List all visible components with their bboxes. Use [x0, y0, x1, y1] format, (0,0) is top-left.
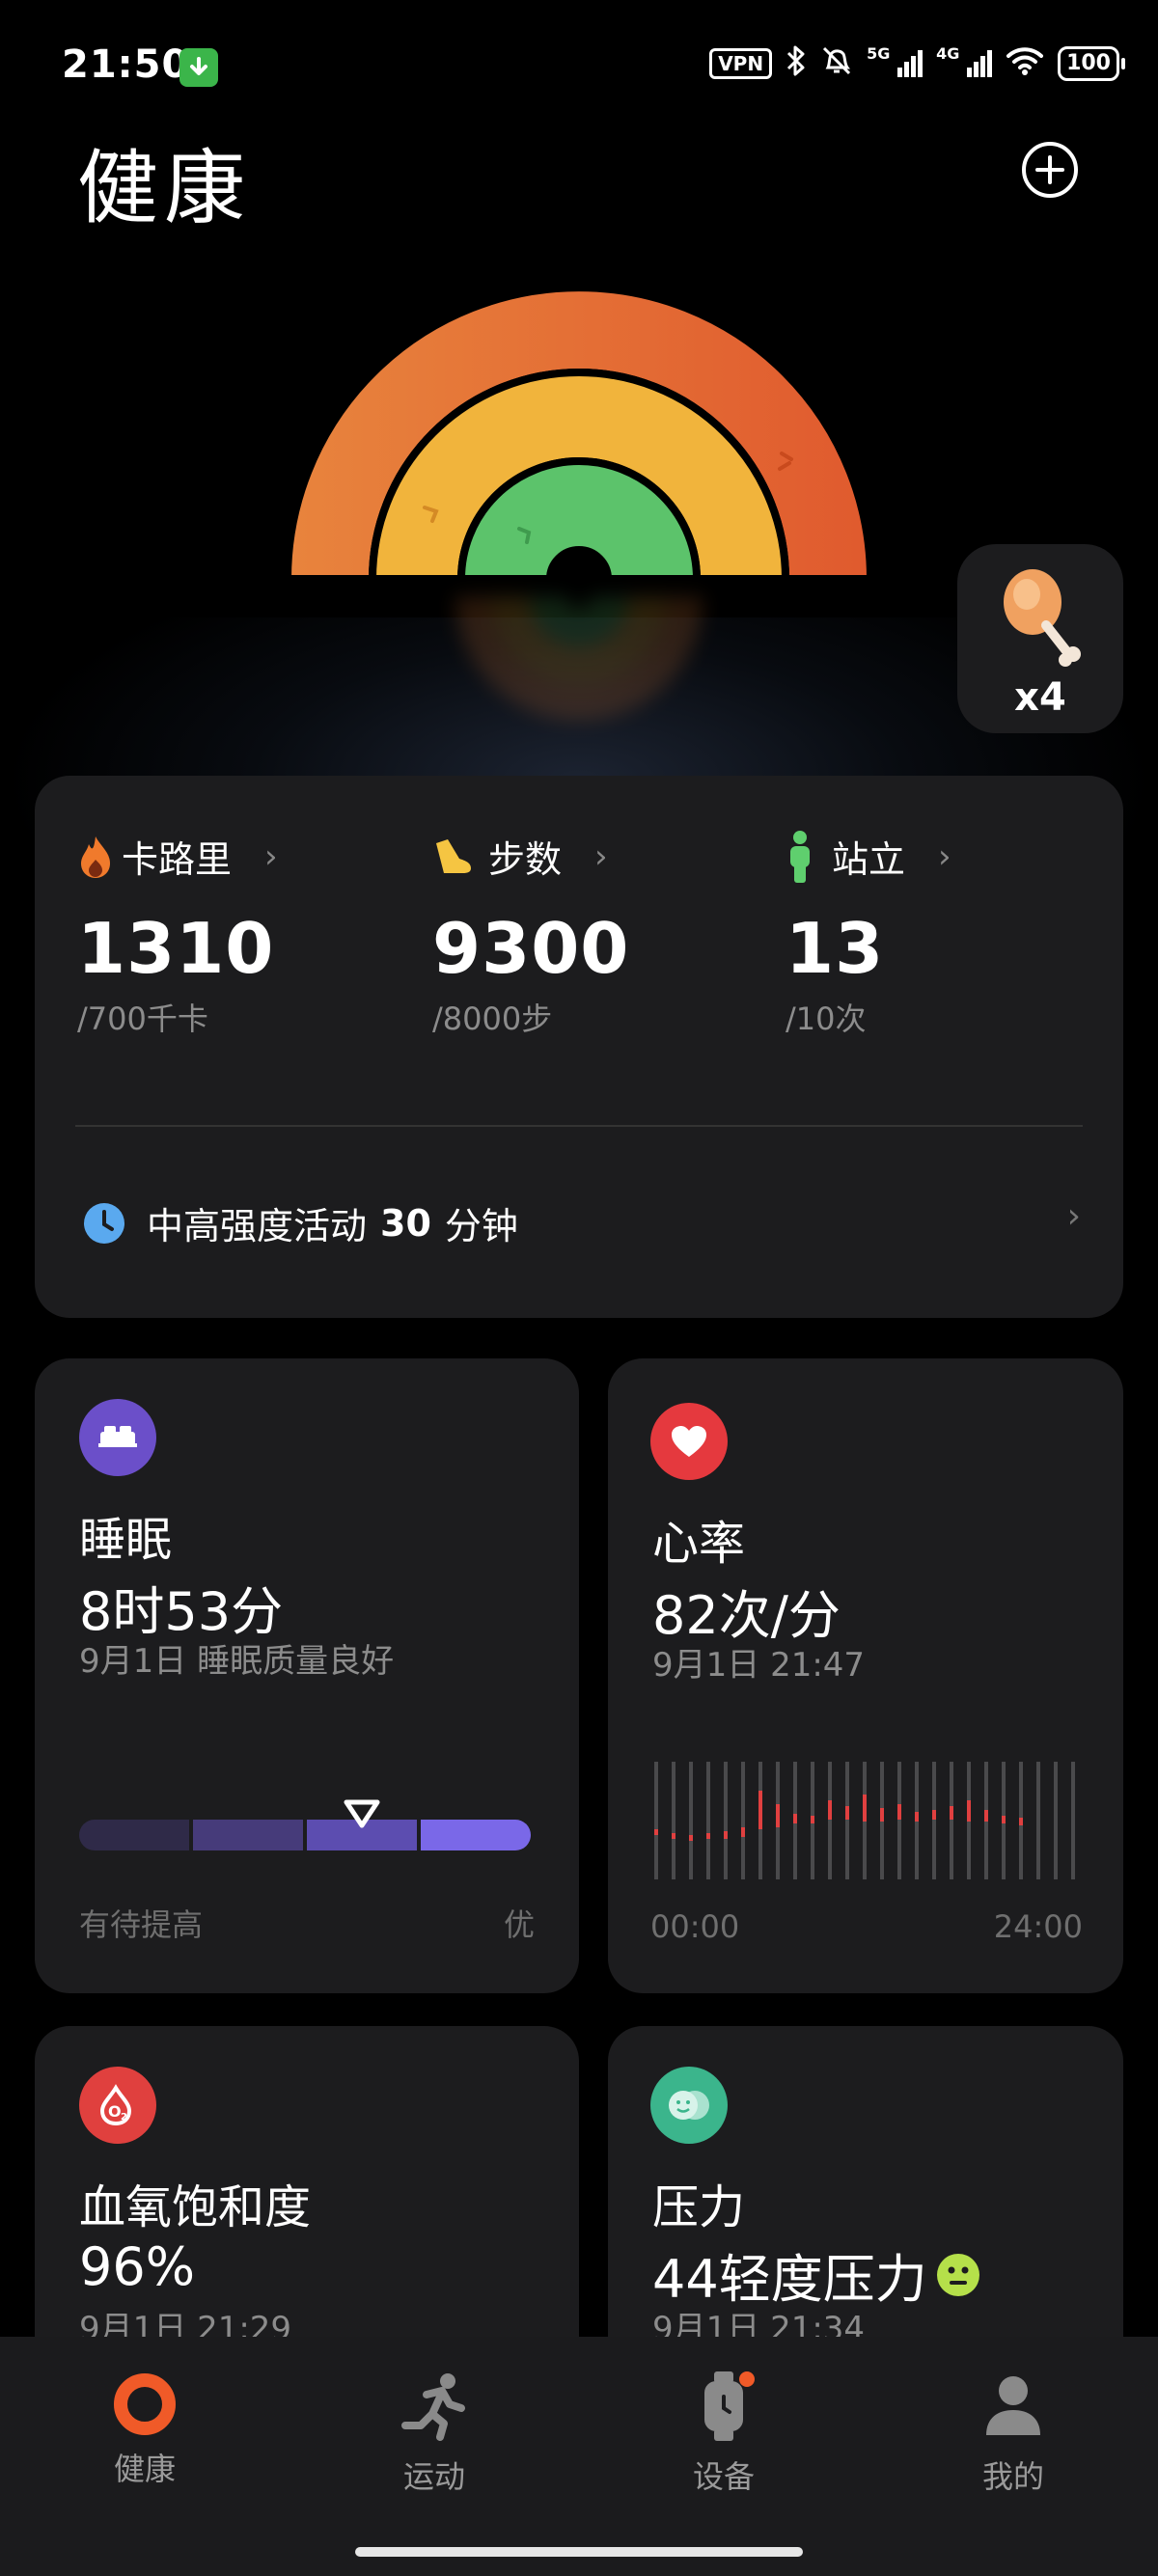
nav-item-device[interactable]: 设备 — [627, 2371, 820, 2497]
heart-start-time: 00:00 — [650, 1908, 740, 1945]
chevron-right-icon: › — [938, 836, 951, 876]
bluetooth-icon — [786, 44, 807, 83]
spo2-title: 血氧饱和度 — [79, 2180, 312, 2234]
page-title: 健康 — [77, 141, 252, 235]
shoe-icon — [436, 838, 471, 873]
nav-label-profile: 我的 — [981, 2458, 1044, 2495]
sleep-high-label: 优 — [503, 1906, 535, 1943]
status-icons: VPN 5G 4G 100 — [709, 44, 1125, 83]
stress-title: 压力 — [652, 2180, 746, 2234]
user-icon — [986, 2376, 1040, 2435]
heart-icon — [650, 1403, 728, 1480]
health-ring-icon — [114, 2373, 176, 2435]
stand-goal: /10次 — [786, 1000, 867, 1037]
steps-goal: /8000步 — [432, 1000, 553, 1037]
svg-text:O: O — [108, 2102, 122, 2121]
divider — [75, 1125, 1083, 1127]
sleep-quality-bar — [79, 1820, 531, 1850]
calories-goal: /700千卡 — [77, 1000, 208, 1037]
clock-icon — [84, 1202, 124, 1244]
intensity-label: 中高强度活动 — [147, 1205, 368, 1247]
standing-person-icon — [790, 830, 810, 883]
flame-icon — [81, 836, 110, 878]
stand-metric[interactable]: 站立 › 13 /10次 — [786, 830, 951, 1039]
bottom-nav: 健康 运动 设备 我的 — [0, 2337, 1158, 2576]
heart-date: 9月1日 21:47 — [652, 1646, 866, 1685]
watch-icon — [704, 2371, 755, 2441]
nav-label-device: 设备 — [692, 2458, 755, 2495]
heart-title: 心率 — [652, 1517, 746, 1571]
battery-indicator: 100 — [1058, 46, 1125, 81]
sleep-level-marker — [344, 1799, 379, 1828]
nav-item-health[interactable]: 健康 — [48, 2371, 241, 2489]
chevron-right-icon: › — [264, 836, 278, 876]
calories-value: 1310 — [77, 908, 275, 989]
intensity-unit: 分钟 — [444, 1205, 518, 1247]
stand-value: 13 — [786, 908, 885, 989]
rings-reflection — [455, 596, 703, 721]
mute-bell-icon — [820, 44, 853, 83]
download-icon — [179, 48, 218, 87]
drumstick-icon — [1004, 569, 1081, 667]
chevron-right-icon: › — [1066, 1196, 1081, 1236]
add-button[interactable] — [1021, 141, 1079, 199]
stand-label: 站立 — [832, 838, 906, 881]
running-person-icon — [401, 2373, 465, 2441]
home-indicator[interactable] — [355, 2547, 803, 2557]
sleep-date: 9月1日 睡眠质量良好 — [79, 1642, 395, 1681]
activity-rings-chart[interactable] — [280, 280, 878, 598]
signal-5g-icon: 5G — [867, 44, 924, 77]
status-time: 21:50 — [62, 42, 190, 87]
reward-count: x4 — [1014, 675, 1066, 720]
steps-label: 步数 — [488, 838, 563, 881]
signal-4g-icon: 4G — [936, 44, 993, 77]
bed-icon — [79, 1399, 156, 1476]
intensity-minutes: 30 — [380, 1201, 431, 1245]
reward-badge[interactable]: x4 — [957, 544, 1123, 733]
svg-text:2: 2 — [121, 2112, 127, 2123]
plus-circle-icon — [1022, 142, 1078, 198]
heart-rate-chart — [654, 1762, 1075, 1879]
nav-item-workout[interactable]: 运动 — [338, 2371, 531, 2497]
intensity-row[interactable]: 中高强度活动 30 分钟 — [83, 1196, 518, 1249]
heart-end-time: 24:00 — [993, 1908, 1083, 1945]
sleep-title: 睡眠 — [79, 1513, 173, 1567]
steps-metric[interactable]: 步数 › 9300 /8000步 — [432, 830, 629, 1039]
wifi-icon — [1006, 45, 1044, 82]
heart-rate-card[interactable]: 心率 82次/分 9月1日 21:47 00:00 24:00 — [608, 1358, 1123, 1993]
sleep-card[interactable]: 睡眠 8时53分 9月1日 睡眠质量良好 有待提高 优 — [35, 1358, 579, 1993]
steps-value: 9300 — [432, 908, 630, 989]
calories-metric[interactable]: 卡路里 › 1310 /700千卡 — [77, 830, 278, 1039]
nav-item-profile[interactable]: 我的 — [917, 2371, 1110, 2497]
nav-label-health: 健康 — [113, 2451, 176, 2487]
stress-faces-icon — [650, 2067, 728, 2144]
neutral-face-icon — [936, 2253, 979, 2296]
sleep-low-label: 有待提高 — [79, 1906, 204, 1943]
activity-card[interactable]: 卡路里 › 1310 /700千卡 步数 › 9300 /8000步 站立 › … — [35, 776, 1123, 1318]
nav-label-workout: 运动 — [402, 2458, 465, 2495]
blood-oxygen-icon: O2 — [79, 2067, 156, 2144]
vpn-badge: VPN — [709, 48, 773, 79]
calories-label: 卡路里 — [122, 838, 233, 881]
chevron-right-icon: › — [594, 836, 608, 876]
spo2-value: 96% — [79, 2236, 196, 2297]
